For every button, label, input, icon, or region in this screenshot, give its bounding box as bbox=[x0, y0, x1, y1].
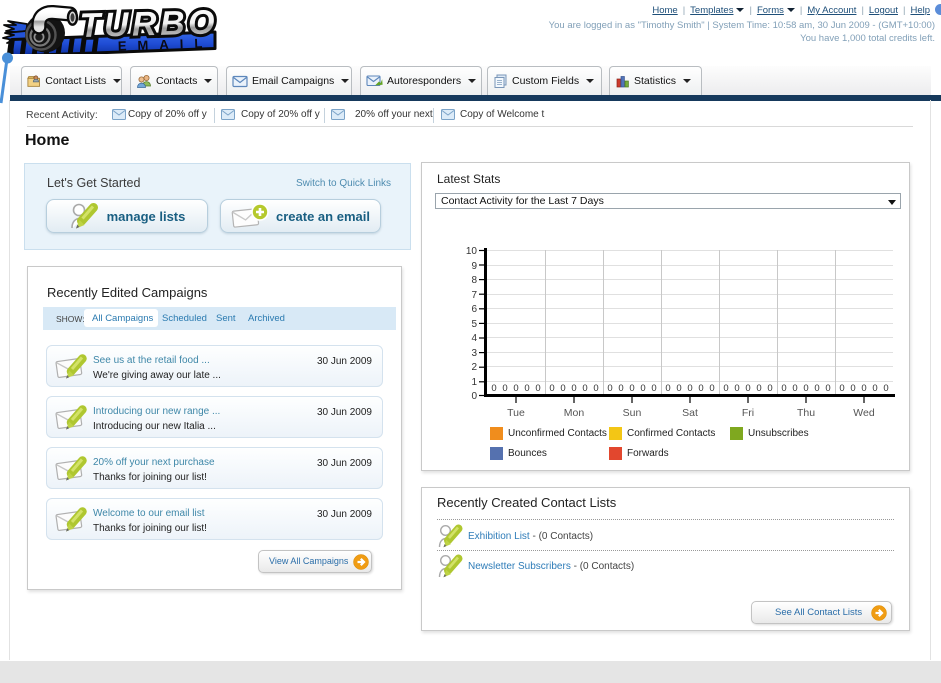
svg-text:Wed: Wed bbox=[853, 407, 875, 419]
svg-text:0: 0 bbox=[734, 383, 739, 394]
svg-text:0: 0 bbox=[745, 383, 750, 394]
svg-text:9: 9 bbox=[471, 261, 477, 272]
svg-text:TURBO: TURBO bbox=[79, 4, 218, 45]
svg-text:0: 0 bbox=[850, 383, 855, 394]
svg-text:4: 4 bbox=[471, 333, 477, 344]
svg-text:6: 6 bbox=[471, 304, 477, 315]
svg-text:0: 0 bbox=[471, 391, 477, 402]
svg-text:Fri: Fri bbox=[742, 407, 754, 419]
svg-text:0: 0 bbox=[883, 383, 888, 394]
svg-text:5: 5 bbox=[471, 319, 477, 330]
svg-text:8: 8 bbox=[471, 275, 477, 286]
svg-text:0: 0 bbox=[549, 383, 554, 394]
svg-text:0: 0 bbox=[687, 383, 692, 394]
svg-text:0: 0 bbox=[607, 383, 612, 394]
svg-text:0: 0 bbox=[582, 383, 587, 394]
svg-text:7: 7 bbox=[471, 290, 477, 301]
svg-text:0: 0 bbox=[535, 383, 540, 394]
svg-text:0: 0 bbox=[640, 383, 645, 394]
svg-text:0: 0 bbox=[723, 383, 728, 394]
svg-text:0: 0 bbox=[825, 383, 830, 394]
svg-text:0: 0 bbox=[792, 383, 797, 394]
svg-text:0: 0 bbox=[756, 383, 761, 394]
svg-text:10: 10 bbox=[466, 246, 478, 257]
svg-text:1: 1 bbox=[471, 377, 477, 388]
svg-text:0: 0 bbox=[839, 383, 844, 394]
svg-text:0: 0 bbox=[618, 383, 623, 394]
svg-text:0: 0 bbox=[767, 383, 772, 394]
svg-text:0: 0 bbox=[513, 383, 518, 394]
svg-text:0: 0 bbox=[524, 383, 529, 394]
svg-text:0: 0 bbox=[709, 383, 714, 394]
svg-text:0: 0 bbox=[676, 383, 681, 394]
svg-text:0: 0 bbox=[803, 383, 808, 394]
svg-text:2: 2 bbox=[471, 362, 477, 373]
svg-text:0: 0 bbox=[651, 383, 656, 394]
svg-text:0: 0 bbox=[814, 383, 819, 394]
svg-text:Sat: Sat bbox=[682, 407, 698, 419]
svg-text:0: 0 bbox=[665, 383, 670, 394]
svg-text:0: 0 bbox=[571, 383, 576, 394]
svg-text:0: 0 bbox=[861, 383, 866, 394]
svg-text:0: 0 bbox=[698, 383, 703, 394]
svg-text:Sun: Sun bbox=[623, 407, 642, 419]
svg-text:0: 0 bbox=[872, 383, 877, 394]
svg-text:0: 0 bbox=[560, 383, 565, 394]
svg-text:0: 0 bbox=[593, 383, 598, 394]
svg-text:Mon: Mon bbox=[564, 407, 585, 419]
svg-text:0: 0 bbox=[502, 383, 507, 394]
svg-text:Thu: Thu bbox=[797, 407, 815, 419]
svg-text:0: 0 bbox=[629, 383, 634, 394]
svg-text:0: 0 bbox=[781, 383, 786, 394]
svg-text:3: 3 bbox=[471, 348, 477, 359]
svg-text:Tue: Tue bbox=[507, 407, 525, 419]
svg-text:0: 0 bbox=[491, 383, 496, 394]
